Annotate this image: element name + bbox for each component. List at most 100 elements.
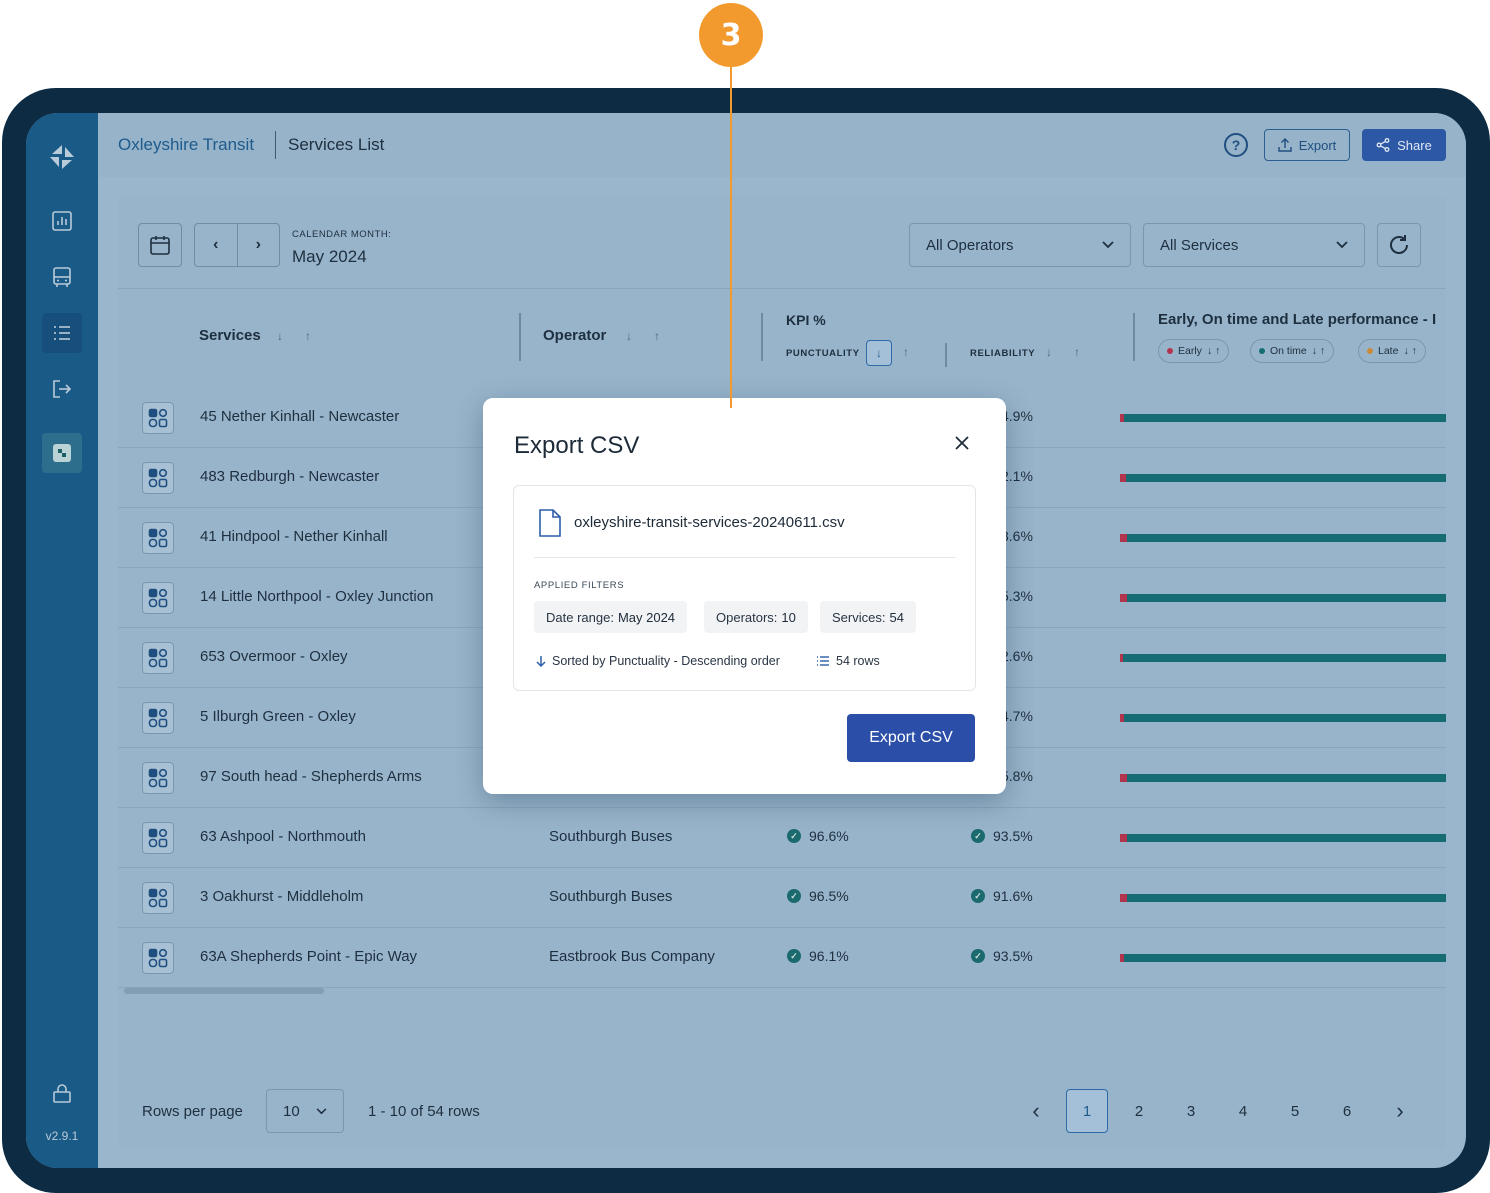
check-circle-icon: ✓ [971,949,985,963]
punctuality-cell: ✓ 96.6% [787,828,849,844]
header-reliability[interactable]: RELIABILITY [970,348,1035,359]
sort-desc-icon[interactable]: ↓ [1046,345,1052,359]
service-grid-icon[interactable] [142,702,174,734]
modal-title: Export CSV [514,432,640,459]
page-button[interactable]: 6 [1326,1089,1368,1133]
table-row[interactable]: 63 Ashpool - Northmouth Southburgh Buses… [118,808,1446,868]
header-services[interactable]: Services [199,327,261,344]
service-grid-icon[interactable] [142,402,174,434]
service-name[interactable]: 63 Ashpool - Northmouth [200,828,366,845]
file-name: oxleyshire-transit-services-20240611.csv [574,514,845,531]
on-time-segment [1123,714,1446,722]
top-bar: Oxleyshire Transit Services List ? Expor… [98,113,1466,177]
table-row[interactable]: 63A Shepherds Point - Epic Way Eastbrook… [118,928,1446,988]
performance-bar [1120,774,1446,782]
sort-asc-icon[interactable]: ↑ [1074,345,1080,359]
prev-month-button[interactable]: ‹ [195,224,238,266]
service-grid-icon[interactable] [142,642,174,674]
page-button[interactable]: 2 [1118,1089,1160,1133]
service-grid-icon[interactable] [142,462,174,494]
breadcrumb-app[interactable]: Oxleyshire Transit [118,135,254,155]
pill-late[interactable]: Late ↓ ↑ [1358,339,1426,363]
sort-desc-icon[interactable]: ↓ [277,329,283,343]
page-button[interactable]: 1 [1066,1089,1108,1133]
service-grid-icon[interactable] [142,582,174,614]
on-time-segment [1126,594,1446,602]
service-name[interactable]: 653 Overmoor - Oxley [200,648,348,665]
service-name[interactable]: 3 Oakhurst - Middleholm [200,888,363,905]
sort-desc-active-icon[interactable]: ↓ [866,340,892,366]
services-select[interactable]: All Services [1143,223,1365,267]
rows-per-page-value: 10 [283,1102,300,1120]
calendar-button[interactable] [138,223,182,267]
close-icon[interactable] [949,430,975,456]
reliability-value: 93.5% [993,948,1033,964]
on-time-segment [1125,474,1446,482]
service-name[interactable]: 14 Little Northpool - Oxley Junction [200,588,433,605]
service-name[interactable]: 97 South head - Shepherds Arms [200,768,422,785]
page-button[interactable]: 4 [1222,1089,1264,1133]
header-operator[interactable]: Operator [543,327,606,344]
next-page-button[interactable]: › [1379,1089,1421,1133]
calendar-month-value: May 2024 [292,247,367,266]
on-time-segment [1126,534,1446,542]
on-time-segment [1126,894,1446,902]
table-row[interactable]: 3 Oakhurst - Middleholm Southburgh Buses… [118,868,1446,928]
export-csv-button[interactable]: Export CSV [847,714,975,762]
help-icon[interactable]: ? [1224,133,1248,157]
service-grid-icon[interactable] [142,762,174,794]
lock-icon[interactable] [42,1073,82,1113]
exit-icon[interactable] [42,369,82,409]
filter-chip-operators: Operators: 10 [704,601,808,633]
pill-on-time[interactable]: On time ↓ ↑ [1250,339,1335,363]
check-circle-icon: ✓ [787,949,801,963]
logo-icon[interactable] [42,137,82,177]
pill-on-time-label: On time [1270,345,1307,357]
check-circle-icon: ✓ [787,829,801,843]
prev-page-button[interactable]: ‹ [1015,1089,1057,1133]
pagination: Rows per page 10 1 - 10 of 54 rows ‹ 123… [118,1077,1446,1147]
app-tile-icon[interactable] [42,433,82,473]
punctuality-value: 96.5% [809,888,849,904]
performance-bar [1120,954,1446,962]
sort-asc-icon[interactable]: ↑ [903,345,909,359]
operators-select[interactable]: All Operators [909,223,1131,267]
operator-name: Southburgh Buses [549,828,673,845]
sort-asc-icon[interactable]: ↑ [305,329,311,343]
chevron-down-icon [1102,241,1114,249]
chart-icon[interactable] [42,201,82,241]
list-icon[interactable] [42,313,82,353]
service-name[interactable]: 41 Hindpool - Nether Kinhall [200,528,388,545]
service-name[interactable]: 483 Redburgh - Newcaster [200,468,379,485]
next-month-button[interactable]: › [238,224,280,266]
share-icon [1376,138,1390,152]
rows-count-text: 54 rows [836,654,880,668]
sort-desc-icon[interactable]: ↓ [626,329,632,343]
file-icon [539,509,561,537]
pill-early[interactable]: Early ↓ ↑ [1158,339,1230,363]
service-name[interactable]: 45 Nether Kinhall - Newcaster [200,408,399,425]
service-grid-icon[interactable] [142,822,174,854]
horizontal-scrollbar[interactable] [124,988,324,994]
service-grid-icon[interactable] [142,522,174,554]
on-time-segment [1122,654,1446,662]
bus-icon[interactable] [42,257,82,297]
header-punctuality[interactable]: PUNCTUALITY [786,348,860,359]
page-button[interactable]: 5 [1274,1089,1316,1133]
sidebar: v2.9.1 [26,113,98,1168]
upload-icon [1278,138,1292,152]
service-name[interactable]: 5 Ilburgh Green - Oxley [200,708,356,725]
pill-early-label: Early [1178,345,1202,357]
service-grid-icon[interactable] [142,942,174,974]
rows-per-page-select[interactable]: 10 [266,1089,344,1133]
app-version: v2.9.1 [45,1129,79,1143]
sort-asc-icon[interactable]: ↑ [654,329,660,343]
export-button-label: Export [1298,137,1337,153]
service-grid-icon[interactable] [142,882,174,914]
service-name[interactable]: 63A Shepherds Point - Epic Way [200,948,417,965]
share-button[interactable]: Share [1362,129,1446,161]
refresh-button[interactable] [1377,223,1421,267]
page-button[interactable]: 3 [1170,1089,1212,1133]
export-button[interactable]: Export [1264,129,1350,161]
early-segment [1120,594,1127,602]
